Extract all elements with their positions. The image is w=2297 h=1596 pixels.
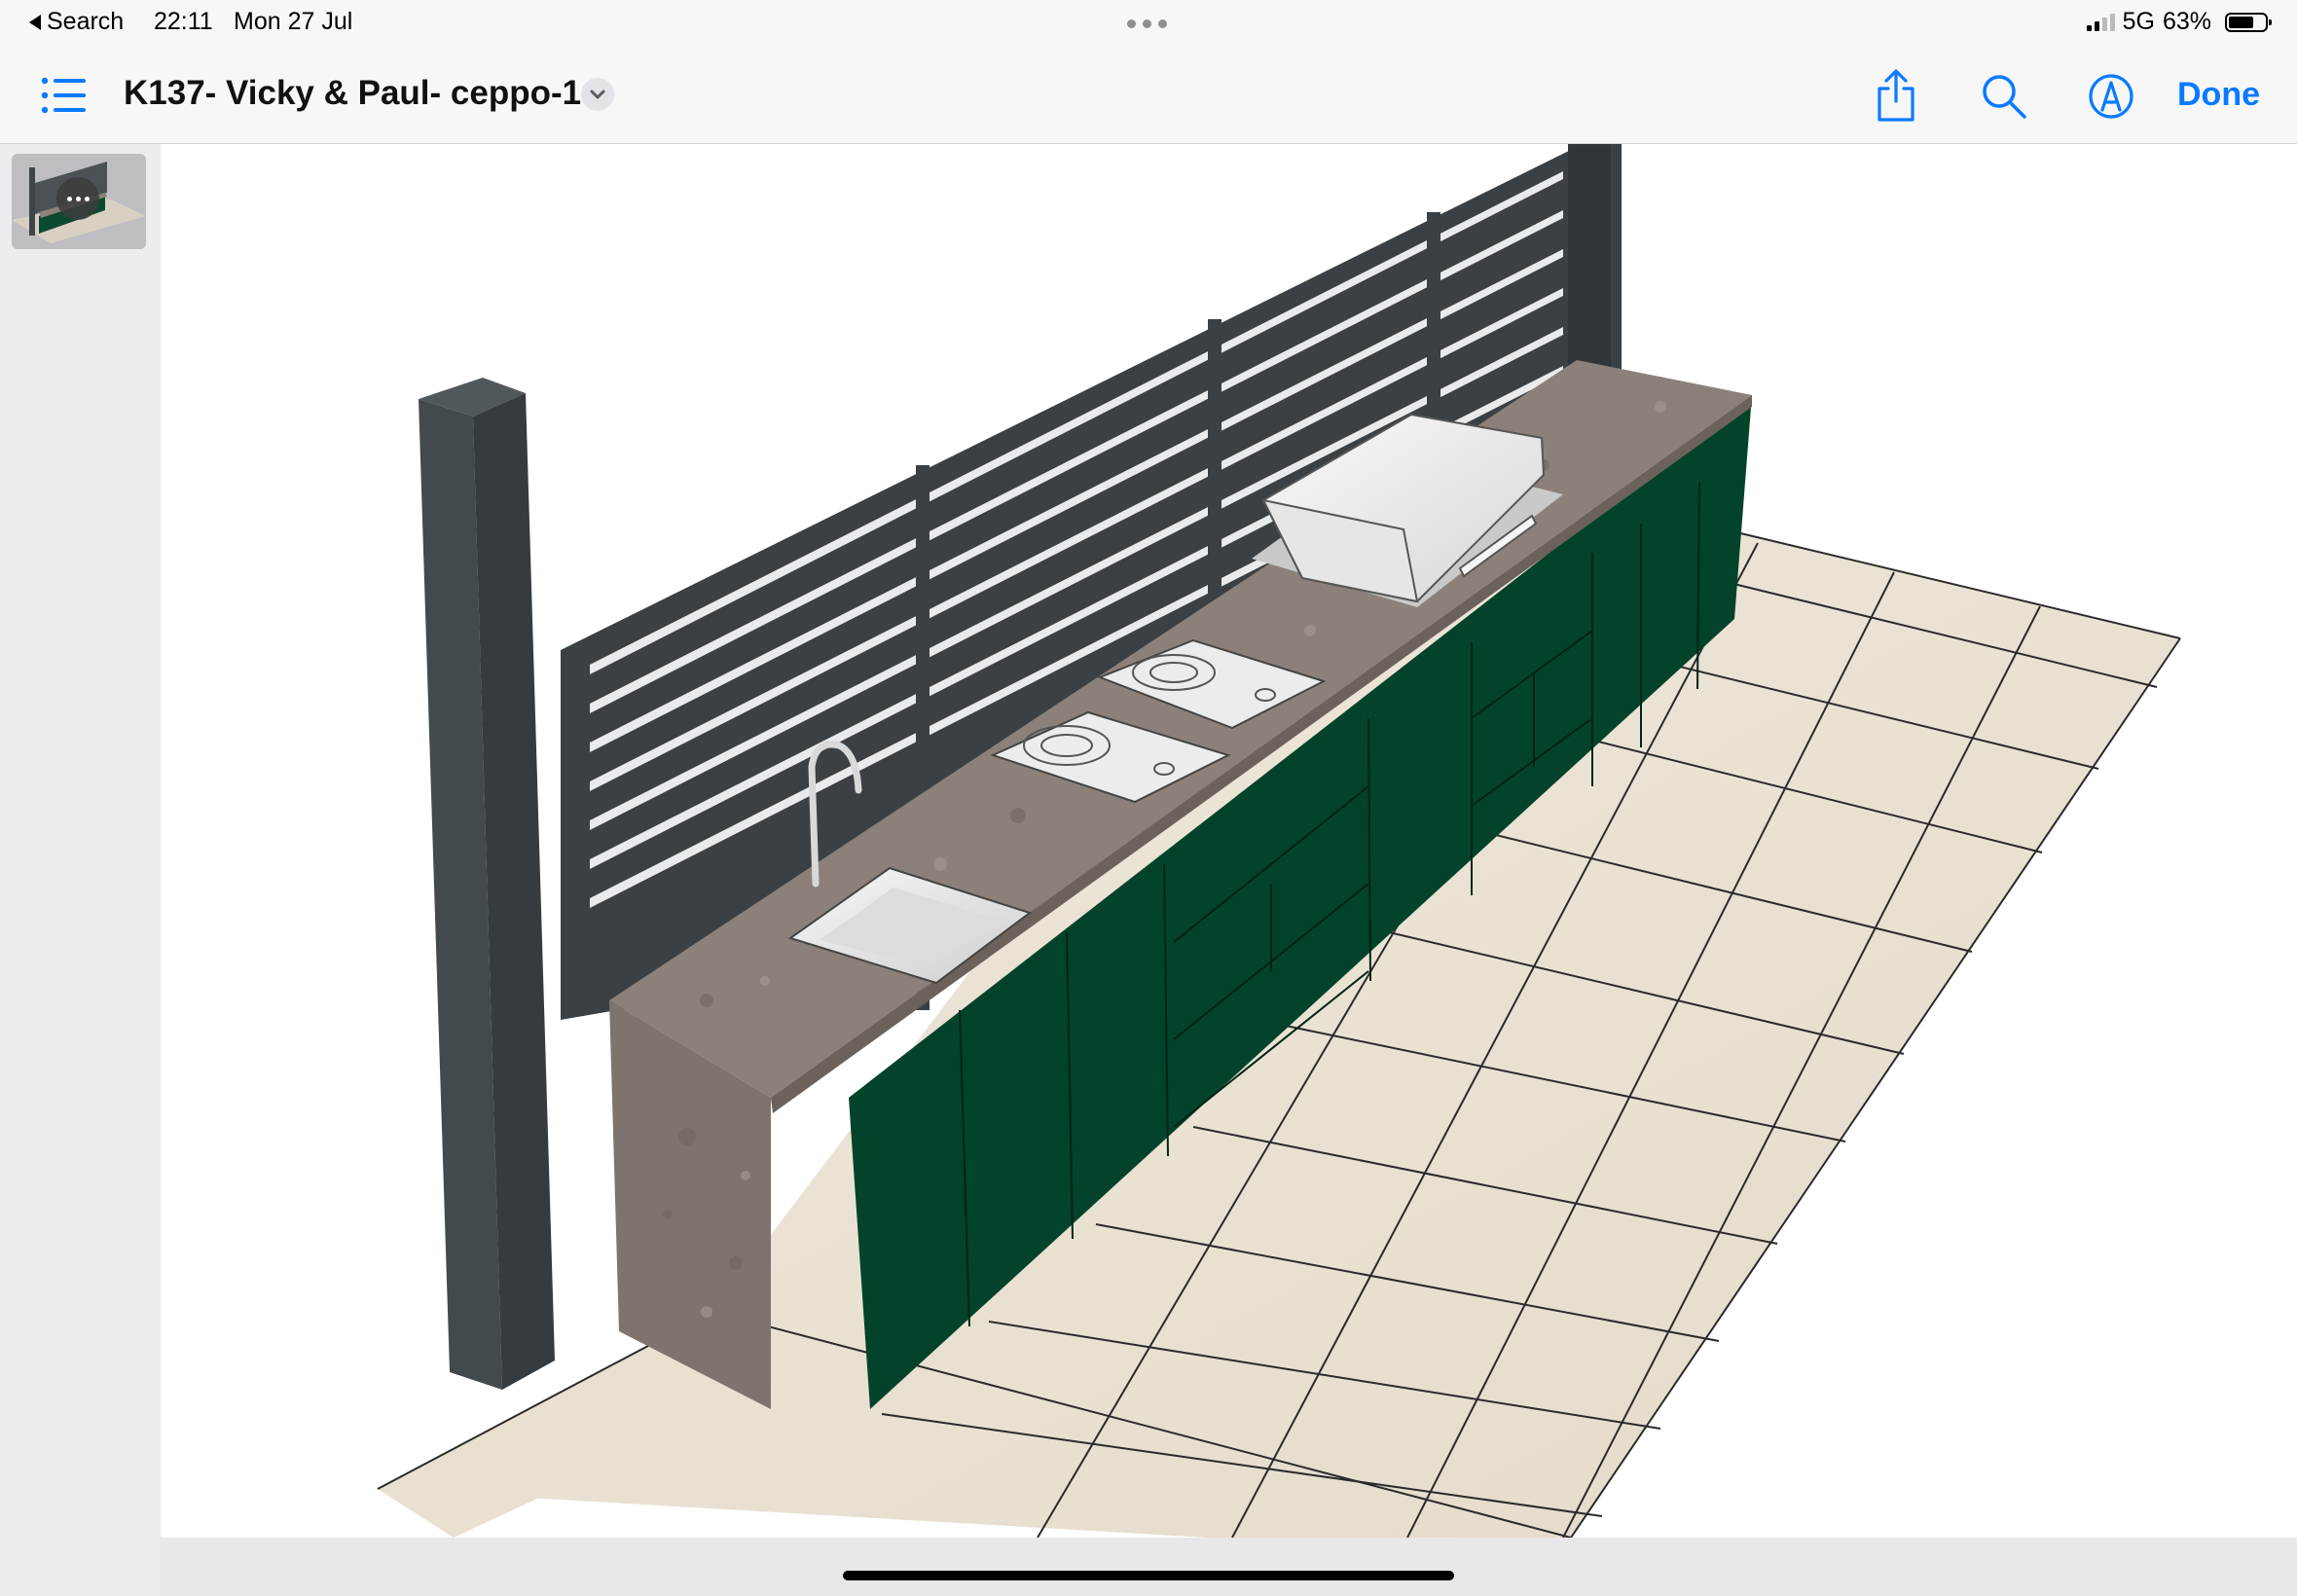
chevron-down-icon[interactable]: [581, 78, 614, 111]
share-icon[interactable]: [1873, 68, 1919, 123]
left-post: [419, 378, 555, 1390]
status-bar: Search 22:11 Mon 27 Jul 5G 63%: [0, 0, 2297, 49]
multitasking-dots-icon[interactable]: [1127, 19, 1167, 28]
search-icon[interactable]: [1980, 72, 2028, 121]
status-date: Mon 27 Jul: [234, 8, 353, 35]
page-thumbnails-sidebar: [0, 144, 160, 1596]
battery-percent: 63%: [2162, 8, 2211, 35]
kitchen-render: [377, 144, 2181, 1538]
done-button[interactable]: Done: [2177, 76, 2260, 114]
back-arrow-icon: [29, 14, 41, 30]
document-title[interactable]: K137- Vicky & Paul- ceppo-1: [124, 74, 581, 113]
network-type: 5G: [2122, 8, 2155, 35]
markup-icon[interactable]: [2087, 72, 2135, 121]
status-indicators: 5G 63%: [2086, 8, 2272, 36]
back-to-app-link[interactable]: Search: [29, 8, 124, 36]
home-indicator[interactable]: [843, 1571, 1454, 1580]
list-icon[interactable]: [41, 76, 88, 115]
document-page: [162, 144, 2297, 1538]
battery-icon: [2225, 12, 2272, 32]
navigation-bar: K137- Vicky & Paul- ceppo-1 Done: [0, 49, 2297, 144]
cellular-signal-icon: [2086, 13, 2115, 31]
bottom-toolbar-area: [160, 1538, 2297, 1596]
back-label: Search: [47, 8, 125, 35]
ellipsis-icon[interactable]: [56, 177, 99, 220]
page-thumbnail[interactable]: [12, 154, 146, 249]
status-time: 22:11: [154, 8, 213, 35]
